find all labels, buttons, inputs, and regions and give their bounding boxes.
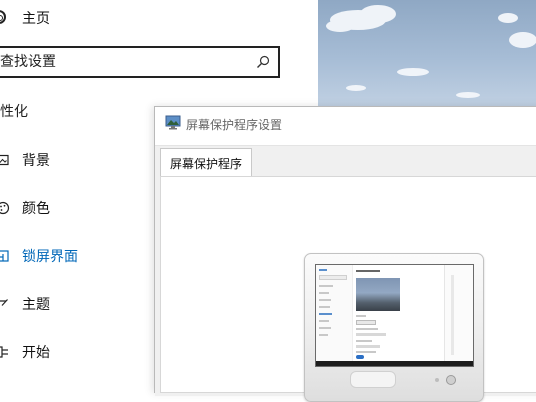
home-label: 主页 (22, 11, 50, 27)
brush-icon (0, 297, 10, 311)
screen-saver-app-icon (165, 115, 181, 130)
monitor-power-button (446, 375, 456, 385)
mini-taskbar (316, 361, 473, 366)
lock-screen-icon (0, 249, 10, 263)
start-icon (0, 345, 10, 359)
nav-item-label: 开始 (22, 345, 50, 361)
nav-item-colors[interactable]: 颜色 (0, 196, 50, 220)
nav-item-lock-screen[interactable]: 锁屏界面 (0, 244, 78, 268)
monitor-stand (350, 371, 396, 388)
wallpaper-preview (318, 0, 536, 108)
nav-item-label: 锁屏界面 (22, 249, 78, 265)
nav-item-label: 主题 (22, 297, 50, 313)
tab-panel (160, 176, 536, 402)
tab-area: 屏幕保护程序 (155, 145, 536, 402)
search-input[interactable] (0, 48, 250, 76)
tab-screen-saver[interactable]: 屏幕保护程序 (160, 148, 252, 177)
gear-icon (0, 8, 12, 28)
image-icon (0, 153, 10, 167)
monitor-preview (304, 253, 484, 402)
home-nav-item[interactable]: 主页 (0, 6, 50, 30)
screen-saver-dialog[interactable]: 屏幕保护程序设置 屏幕保护程序 (154, 106, 536, 402)
nav-item-label: 颜色 (22, 201, 50, 217)
title-bar[interactable]: 屏幕保护程序设置 (155, 107, 536, 139)
dialog-title: 屏幕保护程序设置 (186, 118, 283, 132)
search-icon[interactable] (256, 55, 270, 69)
palette-icon (0, 201, 10, 215)
mini-wallpaper-thumbnail (356, 278, 400, 311)
settings-search-box[interactable] (0, 46, 280, 78)
monitor-screen (315, 264, 474, 367)
nav-item-background[interactable]: 背景 (0, 148, 50, 172)
mini-right-panel (444, 265, 473, 361)
nav-item-start[interactable]: 开始 (0, 340, 50, 364)
nav-item-themes[interactable]: 主题 (0, 292, 50, 316)
nav-item-label: 背景 (22, 153, 50, 169)
section-title: 性化 (0, 104, 28, 120)
mini-sidebar (316, 265, 353, 361)
